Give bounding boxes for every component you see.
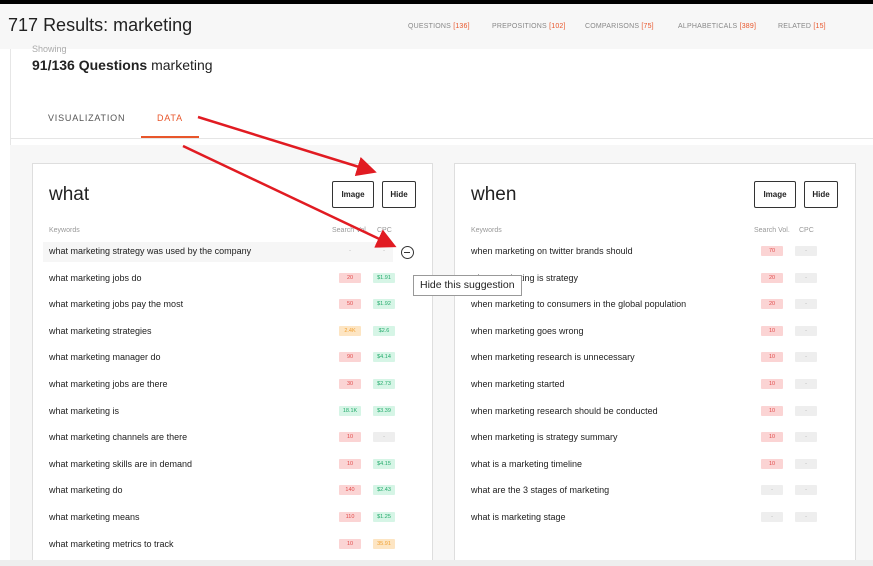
arrow-to-hide-suggestion [182, 144, 397, 248]
annotation-arrows [182, 115, 397, 248]
arrow-to-hide-button [197, 115, 377, 177]
bottom-strip [0, 560, 873, 566]
